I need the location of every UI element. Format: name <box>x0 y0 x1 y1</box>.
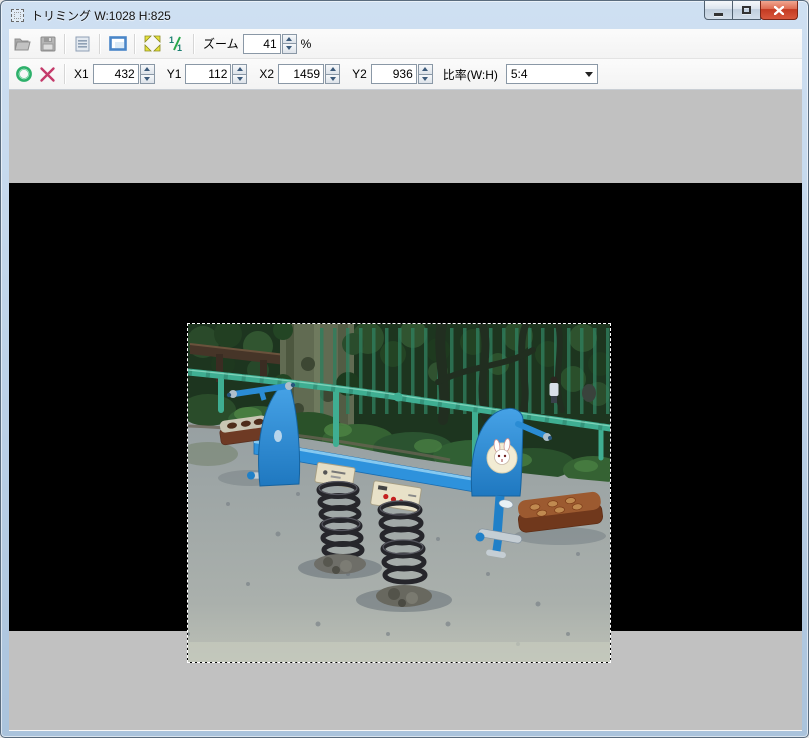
crop-app-icon <box>11 8 24 22</box>
photo-preview-seesaw <box>188 324 610 662</box>
x1-label: X1 <box>74 67 89 81</box>
fit-arrows-icon <box>144 35 161 52</box>
x2-spinner[interactable] <box>325 64 341 84</box>
x2-label: X2 <box>259 67 275 81</box>
cancel-x-icon <box>40 66 55 82</box>
ratio-label: 比率(W:H) <box>442 67 498 82</box>
crop-toolbar: X1 Y1 X2 Y2 比率(W <box>9 59 802 90</box>
svg-text:1: 1 <box>177 43 182 52</box>
y1-label: Y1 <box>166 67 182 81</box>
spinner-up-icon[interactable] <box>232 64 248 74</box>
apply-crop-button[interactable] <box>12 63 35 85</box>
spinner-down-icon[interactable] <box>232 73 248 84</box>
chevron-down-icon <box>581 71 597 77</box>
save-floppy-icon <box>40 36 55 51</box>
spinner-up-icon[interactable] <box>281 33 297 43</box>
close-button[interactable] <box>760 1 798 20</box>
svg-text:1: 1 <box>169 35 174 45</box>
app-window: トリミング W:1028 H:825 1 1 ズーム 41 % X1 432 Y… <box>0 0 809 738</box>
apply-ring-icon <box>15 66 32 82</box>
crop-selection[interactable] <box>187 323 611 663</box>
toolbar-separator <box>99 33 100 54</box>
spinner-up-icon[interactable] <box>139 64 155 74</box>
client-area: 1 1 ズーム % <box>9 29 802 731</box>
image-info-button[interactable] <box>71 33 94 55</box>
zoom-spinner[interactable] <box>281 33 297 54</box>
minimize-icon <box>714 12 723 16</box>
window-controls <box>704 1 798 20</box>
toolbar-separator <box>64 33 65 54</box>
selection-rect-icon <box>108 36 127 51</box>
y1-spinner[interactable] <box>232 64 248 84</box>
open-file-button[interactable] <box>12 33 35 55</box>
toolbar-separator <box>193 33 194 54</box>
zoom-unit-label: % <box>300 36 312 51</box>
y2-spinner[interactable] <box>417 64 433 84</box>
document-list-icon <box>75 36 90 51</box>
spinner-down-icon[interactable] <box>325 73 341 84</box>
y2-label: Y2 <box>352 67 367 81</box>
y1-input[interactable] <box>185 64 232 84</box>
x1-input[interactable] <box>92 64 139 84</box>
image-canvas[interactable] <box>9 90 802 730</box>
minimize-button[interactable] <box>704 1 733 20</box>
x2-input[interactable] <box>278 64 325 84</box>
main-toolbar: 1 1 ズーム % <box>9 29 802 59</box>
title-bar[interactable]: トリミング W:1028 H:825 <box>1 1 808 29</box>
spinner-up-icon[interactable] <box>417 64 433 74</box>
maximize-button[interactable] <box>732 1 761 20</box>
maximize-icon <box>742 6 751 14</box>
window-title: トリミング W:1028 H:825 <box>31 8 171 23</box>
spinner-down-icon[interactable] <box>139 73 155 84</box>
spinner-down-icon[interactable] <box>417 73 433 84</box>
zoom-label: ズーム <box>203 37 239 51</box>
cancel-crop-button[interactable] <box>36 63 59 85</box>
image-viewport[interactable] <box>9 183 802 663</box>
close-icon <box>774 5 784 15</box>
scale-1-1-icon: 1 1 <box>169 35 182 52</box>
actual-size-button[interactable]: 1 1 <box>165 33 188 55</box>
spinner-down-icon[interactable] <box>281 43 297 54</box>
open-folder-icon <box>14 38 31 50</box>
toolbar-separator <box>134 33 135 54</box>
ratio-value: 5:4 <box>510 67 528 81</box>
zoom-input[interactable] <box>242 33 281 54</box>
fit-to-window-button[interactable] <box>141 33 164 55</box>
x1-spinner[interactable] <box>139 64 155 84</box>
save-file-button[interactable] <box>36 33 59 55</box>
spinner-up-icon[interactable] <box>325 64 341 74</box>
ratio-select[interactable]: 5:4 <box>505 64 598 84</box>
y2-input[interactable] <box>370 64 417 84</box>
toolbar-separator <box>64 64 65 84</box>
selection-frame-button[interactable] <box>106 33 129 55</box>
